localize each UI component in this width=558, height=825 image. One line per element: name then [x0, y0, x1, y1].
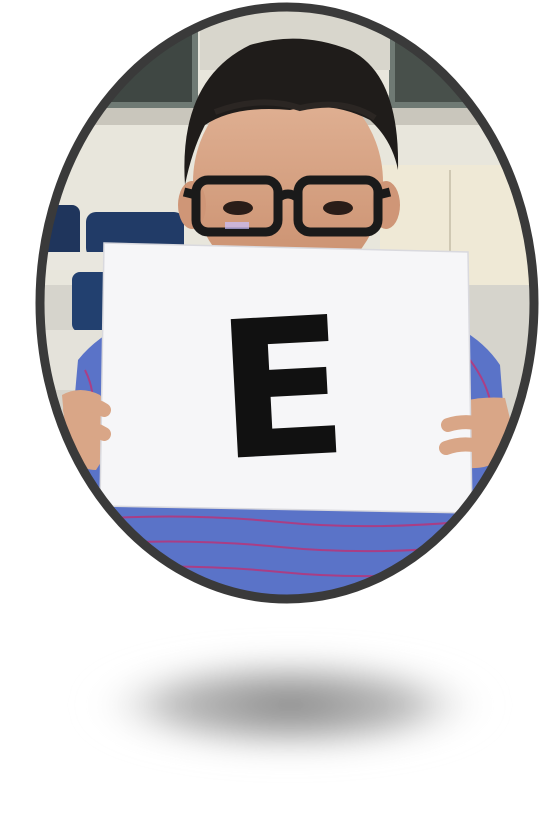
oval-photo-illustration: E	[35, 2, 539, 757]
sign-letter: E	[211, 276, 352, 503]
drop-shadow	[85, 653, 495, 757]
window-right	[389, 17, 505, 108]
